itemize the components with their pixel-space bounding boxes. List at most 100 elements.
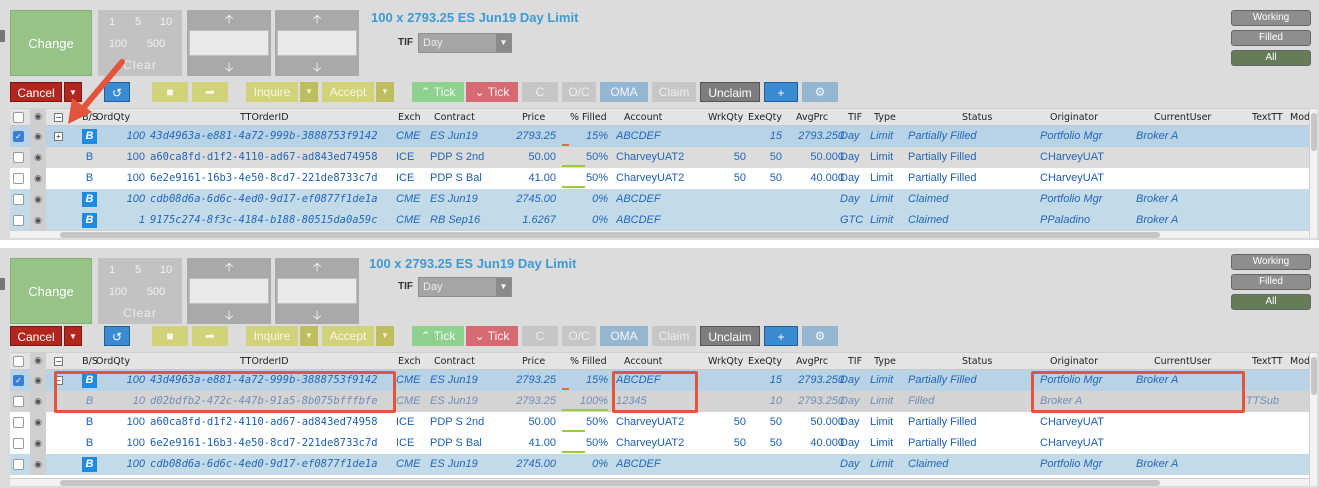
col-header-ordqty[interactable]: OrdQty — [96, 353, 136, 370]
oma-button[interactable]: OMA — [600, 82, 648, 102]
row-checkbox[interactable] — [13, 438, 24, 449]
qty-100-button[interactable]: 100 — [100, 282, 136, 302]
cancel-dropdown-icon[interactable]: ▼ — [64, 326, 82, 346]
col-header-wrkqty[interactable]: WrkQty — [708, 109, 748, 126]
unclaim-button[interactable]: Unclaim — [700, 326, 760, 346]
select-all-checkbox[interactable] — [13, 356, 24, 367]
refresh-icon[interactable]: C — [522, 326, 558, 346]
eye-icon[interactable]: ◉ — [30, 210, 46, 231]
col-header-wrkqty[interactable]: WrkQty — [708, 353, 748, 370]
eye-icon[interactable]: ◉ — [30, 147, 46, 168]
qty-100-button[interactable]: 100 — [100, 34, 136, 54]
vertical-scroll-thumb[interactable] — [1311, 113, 1317, 151]
order-row[interactable]: ◉ B 100 cdb08d6a-6d6c-4ed0-9d17-ef0877f1de1… — [10, 189, 1309, 210]
history-icon[interactable]: ↺ — [104, 326, 130, 346]
col-header-price[interactable]: Price — [522, 353, 562, 370]
col-header-exch[interactable]: Exch — [398, 109, 432, 126]
tick-down-button[interactable]: ⌄ Tick — [466, 82, 518, 102]
accept-button[interactable]: Accept — [322, 82, 374, 102]
col-header-originator[interactable]: Originator — [1050, 353, 1120, 370]
order-row[interactable]: ◉ B 100 a60ca8fd-d1f2-4110-ad67-ad843ed7495… — [10, 147, 1309, 168]
horizontal-scroll-thumb[interactable] — [60, 480, 1160, 486]
row-checkbox[interactable] — [13, 194, 24, 205]
row-checkbox[interactable] — [13, 215, 24, 226]
col-header-ttorderid[interactable]: TTOrderID — [240, 353, 360, 370]
arrow-down-icon[interactable]: 🡣 — [187, 306, 271, 324]
inquire-dropdown-icon[interactable]: ▼ — [300, 82, 318, 102]
eye-icon[interactable]: ◉ — [30, 126, 46, 147]
qty-1-button[interactable]: 1 — [100, 12, 124, 32]
accept-dropdown-icon[interactable]: ▼ — [376, 326, 394, 346]
accept-button[interactable]: Accept — [322, 326, 374, 346]
tick-down-button[interactable]: ⌄ Tick — [466, 326, 518, 346]
arrow-up-icon[interactable]: 🡡 — [187, 258, 271, 276]
eye-icon[interactable]: ◉ — [30, 454, 46, 475]
order-row[interactable]: ◉ B 100 6e2e9161-16b3-4e50-8cd7-221de8733c7… — [10, 433, 1309, 454]
claim-button[interactable]: Claim — [652, 82, 696, 102]
horizontal-scrollbar[interactable] — [10, 230, 1309, 238]
qty-input[interactable] — [277, 278, 357, 304]
order-row[interactable]: ◉ B 100 6e2e9161-16b3-4e50-8cd7-221de8733c7… — [10, 168, 1309, 189]
arrow-down-icon[interactable]: 🡣 — [275, 58, 359, 76]
cancel-button[interactable]: Cancel — [10, 326, 62, 346]
col-header-tif[interactable]: TIF — [848, 353, 872, 370]
arrow-down-icon[interactable]: 🡣 — [275, 306, 359, 324]
col-header-currentuser[interactable]: CurrentUser — [1154, 353, 1234, 370]
arrow-up-icon[interactable]: 🡡 — [275, 258, 359, 276]
expand-row-icon[interactable]: + — [54, 132, 63, 141]
qty-1-button[interactable]: 1 — [100, 260, 124, 280]
col-header-contract[interactable]: Contract — [434, 109, 494, 126]
vertical-scrollbar[interactable] — [1309, 353, 1317, 486]
price-input[interactable] — [189, 278, 269, 304]
col-header-currentuser[interactable]: CurrentUser — [1154, 109, 1234, 126]
col-header-exeqty[interactable]: ExeQty — [748, 353, 788, 370]
forward-icon[interactable]: ➦ — [192, 82, 228, 102]
qty-10-button[interactable]: 10 — [152, 12, 180, 32]
col-header-exch[interactable]: Exch — [398, 353, 432, 370]
inquire-button[interactable]: Inquire — [246, 326, 298, 346]
oc-button[interactable]: O/C — [562, 326, 596, 346]
cancel-button[interactable]: Cancel — [10, 82, 62, 102]
tif-select[interactable]: Day ▼ — [418, 277, 512, 297]
stop-icon[interactable]: ■ — [152, 326, 188, 346]
clear-button[interactable]: Clear — [100, 304, 180, 322]
filter-working-button[interactable]: Working — [1231, 10, 1311, 26]
col-header-type[interactable]: Type — [874, 109, 908, 126]
eye-icon[interactable]: ◉ — [30, 412, 46, 433]
eye-icon[interactable]: ◉ — [30, 353, 46, 370]
filter-working-button[interactable]: Working — [1231, 254, 1311, 270]
qty-10-button[interactable]: 10 — [152, 260, 180, 280]
accept-dropdown-icon[interactable]: ▼ — [376, 82, 394, 102]
qty-5-button[interactable]: 5 — [126, 12, 150, 32]
filter-filled-button[interactable]: Filled — [1231, 274, 1311, 290]
col-header-pct_filled[interactable]: % Filled — [570, 353, 618, 370]
tick-up-button[interactable]: ⌃ Tick — [412, 326, 464, 346]
col-header-avgprc[interactable]: AvgPrc — [796, 109, 842, 126]
col-header-account[interactable]: Account — [624, 353, 694, 370]
row-checkbox[interactable] — [13, 459, 24, 470]
oma-button[interactable]: OMA — [600, 326, 648, 346]
qty-500-button[interactable]: 500 — [138, 34, 174, 54]
qty-input[interactable] — [277, 30, 357, 56]
filter-filled-button[interactable]: Filled — [1231, 30, 1311, 46]
settings-icon[interactable]: ⚙ — [802, 326, 838, 346]
order-row[interactable]: ✓ ◉ + B 100 43d4963a-e881-4a72-999b-3888753f9… — [10, 126, 1309, 147]
order-row[interactable]: ◉ B 1 9175c274-8f3c-4184-b188-80515da0a59c C… — [10, 210, 1309, 231]
horizontal-scrollbar[interactable] — [10, 478, 1309, 486]
vertical-scroll-thumb[interactable] — [1311, 357, 1317, 395]
select-all-checkbox[interactable] — [13, 112, 24, 123]
settings-icon[interactable]: ⚙ — [802, 82, 838, 102]
order-row[interactable]: ◉ B 100 a60ca8fd-d1f2-4110-ad67-ad843ed7495… — [10, 412, 1309, 433]
refresh-icon[interactable]: C — [522, 82, 558, 102]
horizontal-scroll-thumb[interactable] — [60, 232, 1160, 238]
col-header-pct_filled[interactable]: % Filled — [570, 109, 618, 126]
col-header-originator[interactable]: Originator — [1050, 109, 1120, 126]
arrow-up-icon[interactable]: 🡡 — [275, 10, 359, 28]
row-checkbox[interactable] — [13, 417, 24, 428]
col-header-status[interactable]: Status — [962, 109, 1022, 126]
collapse-all-icon[interactable]: − — [54, 357, 63, 366]
qty-5-button[interactable]: 5 — [126, 260, 150, 280]
arrow-up-icon[interactable]: 🡡 — [187, 10, 271, 28]
col-header-ttorderid[interactable]: TTOrderID — [240, 109, 360, 126]
add-button[interactable]: + — [764, 82, 798, 102]
